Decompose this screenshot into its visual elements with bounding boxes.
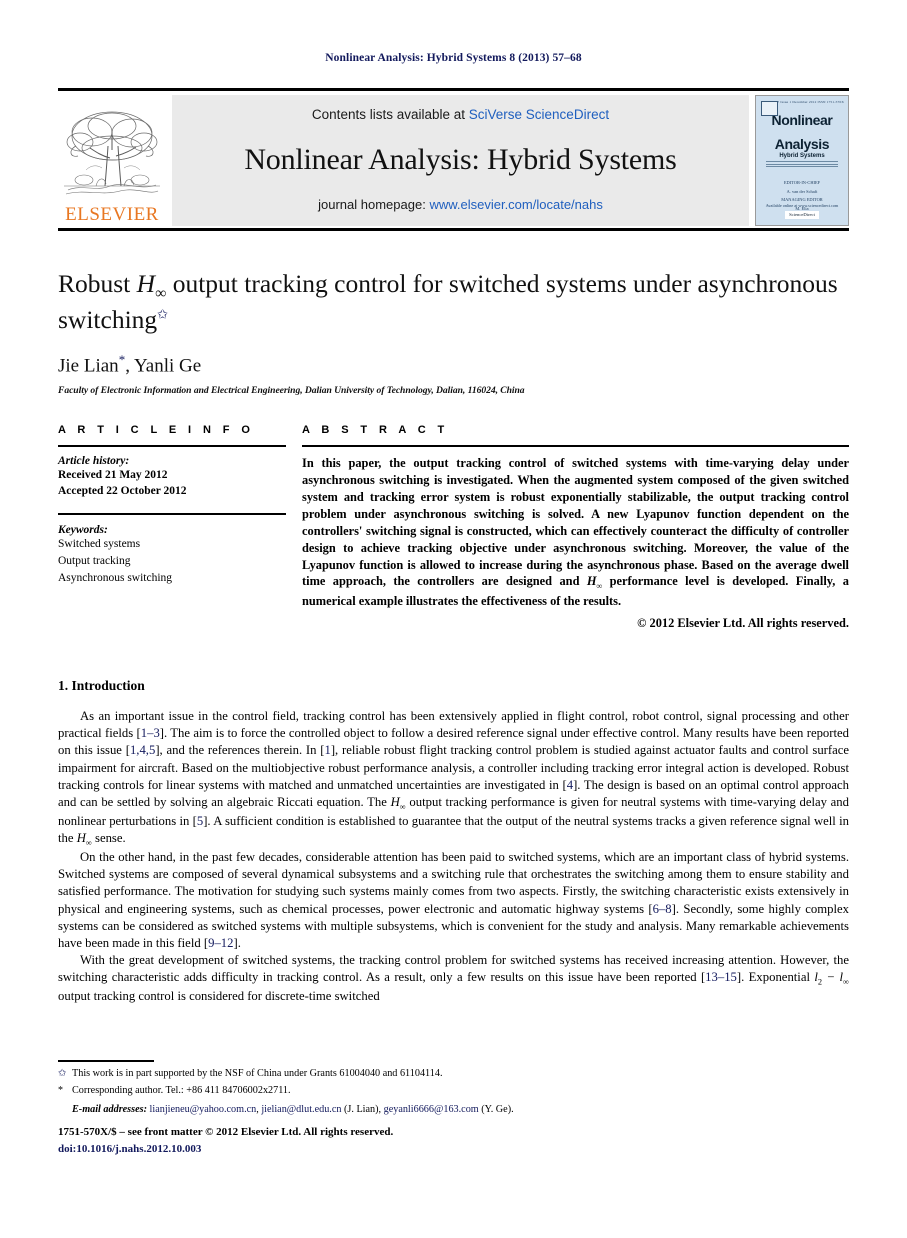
citation-9-12[interactable]: 9–12 [208, 936, 233, 950]
cover-editor-name: A. van der Schaft [786, 188, 818, 194]
citation-1-4-5[interactable]: 1,4,5 [130, 743, 155, 757]
footnote-corresponding-row: * Corresponding author. Tel.: +86 411 84… [58, 1083, 849, 1100]
abstract-rule [302, 445, 849, 447]
page-title: Robust H∞ output tracking control for sw… [58, 268, 849, 336]
email-owner-1: (J. Lian), [341, 1104, 384, 1116]
email-link-2[interactable]: jielian@dlut.edu.cn [261, 1104, 341, 1115]
elsevier-tree-icon [62, 106, 162, 204]
footnote-funding-text: This work is in part supported by the NS… [72, 1068, 443, 1079]
paragraph-3: With the great development of switched s… [58, 952, 849, 1005]
paper-page: Nonlinear Analysis: Hybrid Systems 8 (20… [0, 0, 907, 1238]
author-jie-lian: Jie Lian [58, 355, 119, 377]
masthead-bottom-rule [58, 228, 849, 231]
cover-title-line2: Analysis [774, 135, 830, 152]
p2-s3: ]. [233, 935, 241, 950]
footnote-asterisk-mark: * [58, 1084, 63, 1096]
section-heading-introduction: 1. Introduction [58, 678, 849, 694]
elsevier-wordmark: ELSEVIER [65, 204, 159, 225]
abstract-text: In this paper, the output tracking contr… [302, 455, 849, 610]
email-link-1[interactable]: lianjieneu@yahoo.com.cn [150, 1104, 257, 1115]
abstract-math-h: H [586, 574, 597, 589]
author-list: Jie Lian*, Yanli Ge [58, 352, 849, 377]
title-part2: output tracking control for switched sys… [58, 269, 838, 335]
footnote-corresponding-text: Corresponding author. Tel.: +86 411 8470… [72, 1084, 291, 1096]
contents-available-line: Contents lists available at SciVerse Sci… [312, 107, 609, 122]
article-info-rule-mid [58, 513, 286, 515]
abstract-heading: A B S T R A C T [302, 424, 449, 436]
cover-title-line1: Nonlinear [771, 112, 833, 129]
section-title: Introduction [71, 678, 145, 693]
article-history-accepted: Accepted 22 October 2012 [58, 484, 187, 497]
keywords-label: Keywords: [58, 523, 108, 536]
cover-subtitle: Hybrid Systems [779, 153, 825, 160]
cover-footer-brand: ScienceDirect [785, 211, 819, 219]
title-block: Robust H∞ output tracking control for sw… [58, 268, 849, 396]
cover-footer-note: Available online at www.sciencedirect.co… [765, 202, 839, 208]
sciencedirect-link[interactable]: SciVerse ScienceDirect [469, 107, 609, 122]
cover-elsevier-mark-icon [761, 101, 778, 116]
keyword-asynchronous-switching: Asynchronous switching [58, 571, 173, 584]
abstract-text-1: In this paper, the output tracking contr… [302, 455, 849, 589]
issn-line: 1751-570X/$ – see front matter © 2012 El… [58, 1126, 394, 1138]
title-math-h: H [136, 269, 156, 298]
citation-13-15[interactable]: 13–15 [705, 970, 737, 984]
p3-math-sub-2: ∞ [843, 977, 849, 987]
footnote-rule [58, 1060, 154, 1062]
article-info-rule-top [58, 445, 286, 447]
p3-s2: ]. Exponential [736, 970, 815, 985]
journal-band: Contents lists available at SciVerse Sci… [172, 95, 749, 226]
p1-math-h-1: H [390, 795, 400, 810]
article-history-received: Received 21 May 2012 [58, 468, 168, 481]
title-part1: Robust [58, 269, 137, 298]
elsevier-logo: ELSEVIER [58, 95, 166, 226]
journal-homepage-line: journal homepage: www.elsevier.com/locat… [318, 197, 603, 212]
footnotes-block: ✩ This work is in part supported by the … [58, 1066, 849, 1119]
citation-6-8[interactable]: 6–8 [653, 902, 672, 916]
affiliation: Faculty of Electronic Information and El… [58, 385, 525, 397]
section-number: 1. [58, 678, 69, 693]
footnote-star-mark: ✩ [58, 1068, 67, 1079]
info-abstract-row: A R T I C L E I N F O Article history: R… [58, 424, 849, 631]
cover-rules [766, 161, 838, 168]
p1-s3: ], and the references therein. In [ [155, 743, 325, 758]
abstract-column: A B S T R A C T In this paper, the outpu… [302, 424, 849, 631]
p3-s3: output tracking control is considered fo… [58, 989, 380, 1004]
doi-link[interactable]: doi:10.1016/j.nahs.2012.10.003 [58, 1141, 849, 1158]
running-head: Nonlinear Analysis: Hybrid Systems 8 (20… [325, 52, 582, 64]
footnote-funding-row: ✩ This work is in part supported by the … [58, 1066, 849, 1083]
journal-homepage-link[interactable]: www.elsevier.com/locate/nahs [429, 197, 602, 212]
email-owner-2: (Y. Ge). [478, 1104, 514, 1116]
keyword-switched-systems: Switched systems [58, 537, 141, 550]
title-footnote-mark[interactable]: ✩ [157, 307, 168, 322]
email-link-3[interactable]: geyanli6666@163.com [384, 1104, 479, 1115]
homepage-prefix: journal homepage: [318, 197, 430, 212]
journal-masthead: ELSEVIER Contents lists available at Sci… [58, 88, 849, 226]
p1-s8: sense. [91, 831, 126, 846]
article-history-label: Article history: [58, 454, 130, 467]
p3-math-l-2: − l [822, 970, 844, 985]
author-yanli-ge: , Yanli Ge [125, 355, 202, 377]
article-info-column: A R T I C L E I N F O Article history: R… [58, 424, 302, 631]
journal-cover-thumbnail[interactable]: Volume 7 Issue 1 December 2012 ISSN 1751… [755, 95, 849, 226]
article-info-heading: A R T I C L E I N F O [58, 424, 255, 436]
cover-editor-label: EDITOR-IN-CHIEF [783, 180, 821, 186]
keyword-output-tracking: Output tracking [58, 554, 131, 567]
email-addresses-label: E-mail addresses: [72, 1104, 147, 1116]
title-math-sub: ∞ [155, 285, 167, 303]
paragraph-1: As an important issue in the control fie… [58, 708, 849, 849]
citation-1-3[interactable]: 1–3 [141, 726, 160, 740]
abstract-copyright: © 2012 Elsevier Ltd. All rights reserved… [637, 615, 849, 630]
imprint-block: 1751-570X/$ – see front matter © 2012 El… [58, 1124, 849, 1157]
introduction-section: 1. Introduction As an important issue in… [58, 678, 849, 1005]
paragraph-2: On the other hand, in the past few decad… [58, 849, 849, 952]
contents-prefix: Contents lists available at [311, 107, 469, 122]
p1-math-h-2: H [76, 831, 86, 846]
cover-footer: Available online at www.sciencedirect.co… [756, 203, 848, 219]
footnote-email-row: E-mail addresses: lianjieneu@yahoo.com.c… [72, 1102, 849, 1119]
journal-title: Nonlinear Analysis: Hybrid Systems [244, 143, 677, 176]
